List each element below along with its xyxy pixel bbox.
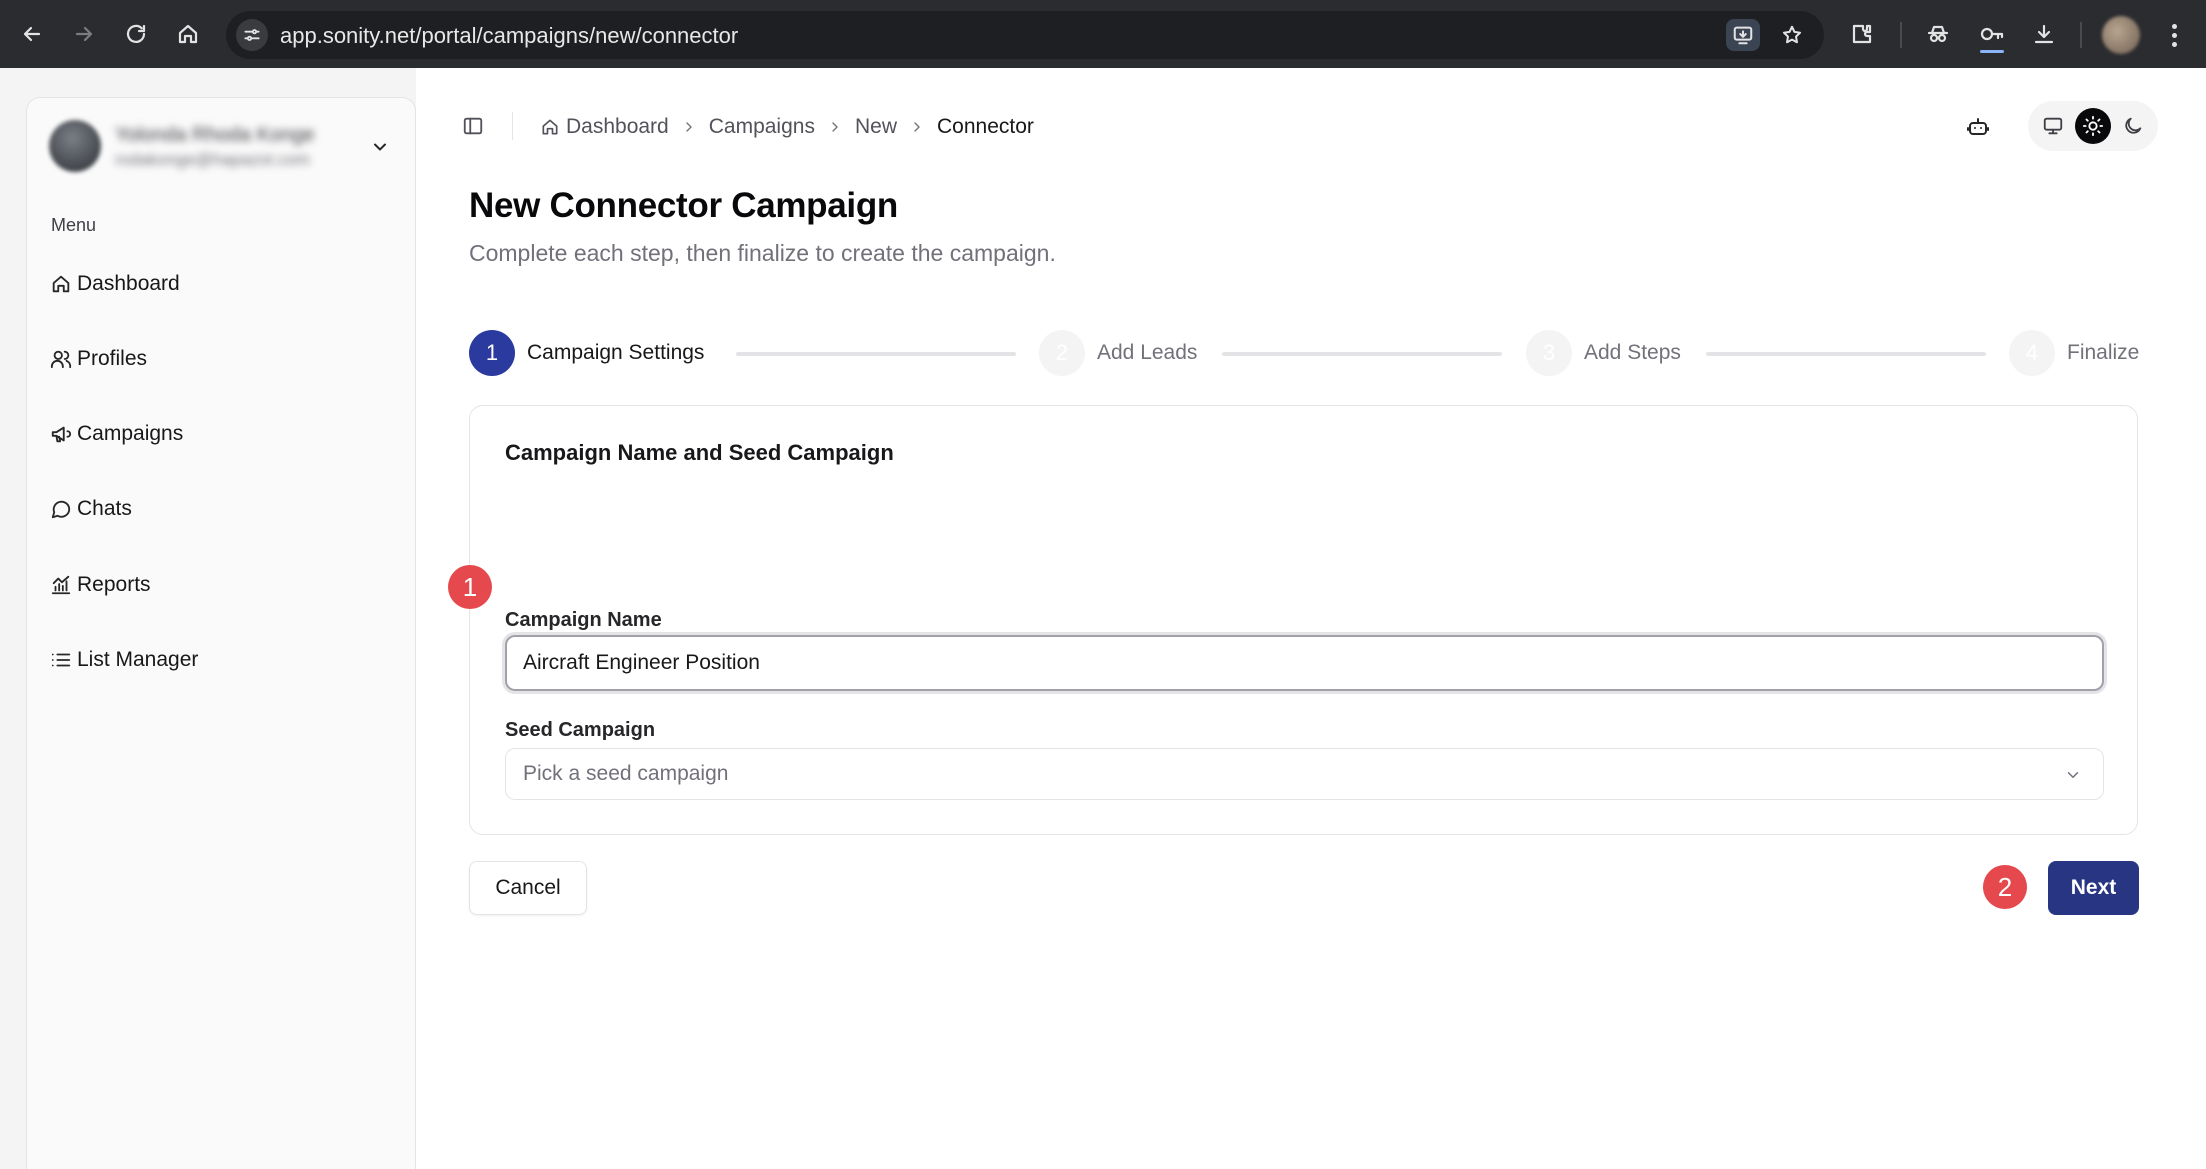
browser-profile-avatar[interactable] bbox=[2102, 16, 2140, 54]
step-connector bbox=[1222, 352, 1502, 356]
arrow-right-icon bbox=[75, 26, 93, 42]
sidebar-item-label: Chats bbox=[77, 497, 132, 520]
sidebar-item-list-manager[interactable]: List Manager bbox=[39, 634, 405, 686]
seed-campaign-label: Seed Campaign bbox=[505, 719, 656, 741]
home-icon bbox=[49, 272, 73, 296]
cancel-button[interactable]: Cancel bbox=[469, 861, 587, 915]
list-icon bbox=[49, 648, 73, 672]
back-button[interactable] bbox=[12, 14, 52, 54]
header-divider bbox=[512, 112, 513, 140]
step-label: Campaign Settings bbox=[527, 341, 705, 364]
active-indicator bbox=[1980, 50, 2004, 53]
breadcrumb-connector: Connector bbox=[936, 115, 1034, 138]
browser-menu-icon[interactable] bbox=[2162, 18, 2186, 52]
step-connector bbox=[1706, 352, 1986, 356]
campaign-name-input[interactable] bbox=[505, 635, 2104, 691]
next-button[interactable]: Next bbox=[2048, 861, 2139, 915]
arrow-left-icon bbox=[23, 26, 41, 42]
annotation-badge-1: 1 bbox=[448, 565, 492, 609]
extensions-icon[interactable] bbox=[1844, 16, 1880, 52]
address-bar[interactable]: app.sonity.net/portal/campaigns/new/conn… bbox=[226, 11, 1824, 59]
avatar bbox=[49, 120, 101, 172]
bookmark-star-icon[interactable] bbox=[1776, 19, 1808, 51]
sidebar-item-campaigns[interactable]: Campaigns bbox=[39, 408, 405, 460]
sidebar-item-label: List Manager bbox=[77, 648, 199, 671]
step-label: Add Leads bbox=[1097, 341, 1198, 364]
main-content: Dashboard Campaigns New Connector New Co… bbox=[416, 68, 2206, 1169]
page-title: New Connector Campaign bbox=[469, 186, 899, 225]
theme-switcher bbox=[2028, 101, 2158, 151]
bar-chart-icon bbox=[49, 573, 73, 597]
account-email: rodakonge@hapazot.com bbox=[115, 150, 310, 169]
account-name: Yolonda Rhoda Konge bbox=[115, 124, 315, 146]
reload-button[interactable] bbox=[116, 14, 156, 54]
page-subtitle: Complete each step, then finalize to cre… bbox=[469, 240, 1056, 266]
sun-icon[interactable] bbox=[2075, 108, 2111, 144]
step-finalize[interactable]: 4 Finalize bbox=[2009, 330, 2139, 376]
step-label: Add Steps bbox=[1584, 341, 1681, 364]
sidebar-item-label: Dashboard bbox=[77, 272, 180, 295]
step-number: 4 bbox=[2009, 330, 2055, 376]
moon-icon[interactable] bbox=[2115, 108, 2151, 144]
sidebar-item-label: Campaigns bbox=[77, 422, 184, 445]
install-app-icon[interactable] bbox=[1726, 19, 1760, 51]
users-icon bbox=[49, 347, 73, 371]
chat-bubble-icon bbox=[49, 497, 73, 521]
breadcrumb: Dashboard Campaigns New Connector bbox=[540, 112, 1034, 142]
home-icon bbox=[542, 119, 558, 135]
reload-icon bbox=[126, 24, 146, 43]
chevron-right-icon bbox=[827, 119, 843, 135]
seed-campaign-placeholder: Pick a seed campaign bbox=[523, 762, 729, 785]
breadcrumb-new[interactable]: New bbox=[855, 115, 897, 139]
sidebar-item-label: Reports bbox=[77, 573, 151, 596]
account-switcher[interactable]: Yolonda Rhoda Konge rodakonge@hapazot.co… bbox=[49, 120, 395, 186]
campaign-name-label: Campaign Name bbox=[505, 609, 662, 631]
chevron-down-icon[interactable] bbox=[367, 134, 393, 160]
step-campaign-settings[interactable]: 1 Campaign Settings bbox=[469, 330, 704, 376]
megaphone-icon bbox=[49, 422, 73, 446]
breadcrumb-dashboard[interactable]: Dashboard bbox=[540, 115, 669, 139]
step-number: 1 bbox=[469, 330, 515, 376]
download-icon[interactable] bbox=[2026, 16, 2062, 52]
forward-button[interactable] bbox=[64, 14, 104, 54]
step-add-leads[interactable]: 2 Add Leads bbox=[1039, 330, 1197, 376]
toolbar-divider bbox=[1900, 22, 1902, 48]
seed-campaign-select[interactable]: Pick a seed campaign bbox=[505, 748, 2104, 800]
home-button[interactable] bbox=[168, 14, 208, 54]
step-label: Finalize bbox=[2067, 341, 2140, 364]
step-add-steps[interactable]: 3 Add Steps bbox=[1526, 330, 1681, 376]
step-number: 3 bbox=[1526, 330, 1572, 376]
menu-section-label: Menu bbox=[51, 215, 97, 235]
sidebar-item-label: Profiles bbox=[77, 347, 148, 370]
step-number: 2 bbox=[1039, 330, 1085, 376]
sidebar-toggle-icon[interactable] bbox=[458, 111, 488, 141]
site-info-icon[interactable] bbox=[236, 19, 268, 51]
chevron-right-icon bbox=[681, 119, 697, 135]
sidebar-item-reports[interactable]: Reports bbox=[39, 559, 405, 611]
sidebar: Yolonda Rhoda Konge rodakonge@hapazot.co… bbox=[26, 97, 416, 1169]
sidebar-item-profiles[interactable]: Profiles bbox=[39, 333, 405, 385]
incognito-icon[interactable] bbox=[1920, 16, 1956, 52]
home-icon bbox=[178, 24, 198, 44]
card-title: Campaign Name and Seed Campaign bbox=[505, 440, 894, 465]
step-connector bbox=[736, 352, 1016, 356]
breadcrumb-campaigns[interactable]: Campaigns bbox=[709, 115, 815, 139]
chevron-right-icon bbox=[909, 119, 925, 135]
monitor-icon[interactable] bbox=[2035, 108, 2071, 144]
annotation-badge-2: 2 bbox=[1983, 865, 2027, 909]
chevron-down-icon bbox=[2061, 763, 2085, 787]
password-key-icon[interactable] bbox=[1974, 16, 2010, 52]
sidebar-item-chats[interactable]: Chats bbox=[39, 483, 405, 535]
campaign-settings-card: Campaign Name and Seed Campaign Campaign… bbox=[469, 405, 2138, 835]
bot-icon[interactable] bbox=[1962, 111, 1994, 143]
browser-toolbar: app.sonity.net/portal/campaigns/new/conn… bbox=[0, 0, 2206, 68]
toolbar-divider bbox=[2080, 22, 2082, 48]
url-text[interactable]: app.sonity.net/portal/campaigns/new/conn… bbox=[280, 23, 738, 49]
sidebar-item-dashboard[interactable]: Dashboard bbox=[39, 258, 405, 310]
